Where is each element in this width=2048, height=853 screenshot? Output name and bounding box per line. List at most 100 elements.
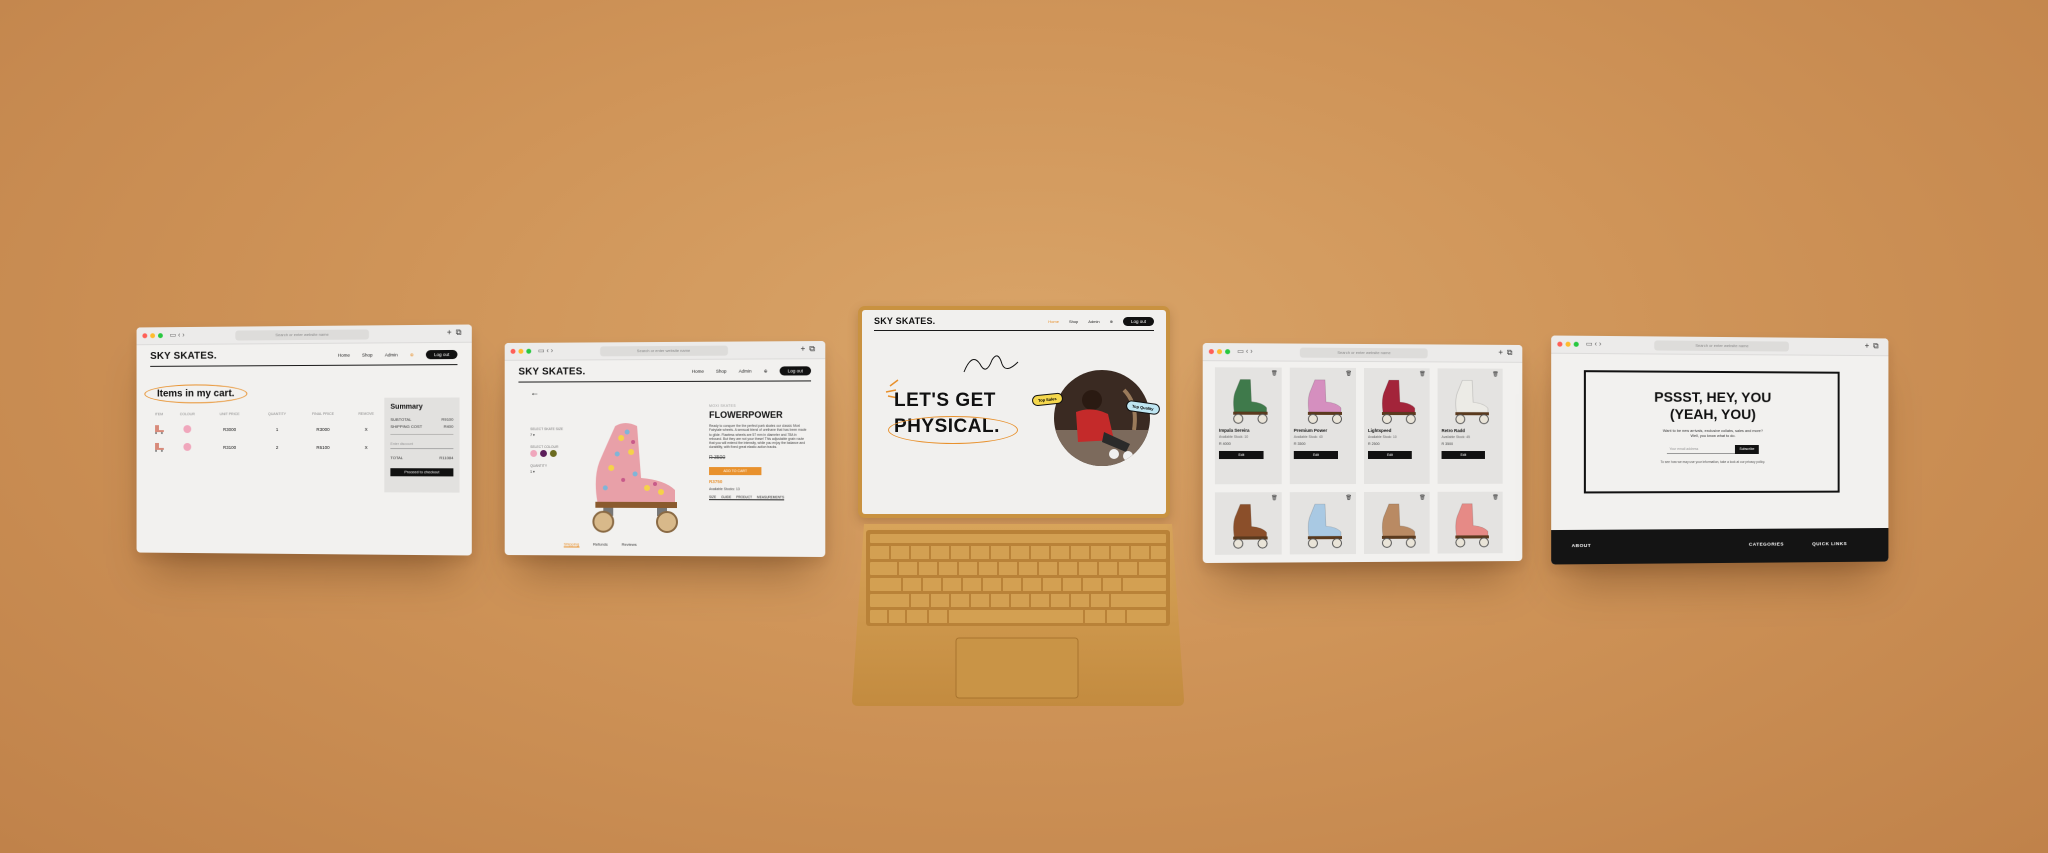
site-nav: SKY SKATES. Home Shop Admin ⊕ Log out bbox=[862, 310, 1166, 330]
close-dot[interactable] bbox=[1208, 349, 1214, 355]
close-dot[interactable] bbox=[1557, 341, 1563, 347]
stock-label: Available Stock: 45 bbox=[1441, 435, 1470, 440]
size-select[interactable]: 7 ▾ bbox=[530, 432, 563, 438]
trash-icon[interactable]: 🗑 bbox=[1346, 495, 1352, 501]
nav-home[interactable]: Home bbox=[338, 353, 350, 358]
close-dot[interactable] bbox=[142, 333, 148, 339]
trash-icon[interactable]: 🗑 bbox=[1271, 495, 1277, 501]
col-unit-price: UNIT PRICE bbox=[219, 412, 240, 417]
sidebar-icon[interactable]: ▭ ‹ › bbox=[1237, 348, 1252, 355]
email-input[interactable]: Your email address bbox=[1667, 444, 1736, 455]
trash-icon[interactable]: 🗑 bbox=[1419, 495, 1425, 501]
new-tab-icon[interactable]: +⧉ bbox=[447, 328, 466, 338]
edit-button[interactable]: Edit bbox=[1218, 450, 1264, 460]
colour-option[interactable] bbox=[540, 449, 547, 457]
nav-shop[interactable]: Shop bbox=[716, 369, 727, 374]
trash-icon[interactable]: 🗑 bbox=[1346, 371, 1352, 377]
skate-thumbnail bbox=[155, 442, 164, 452]
shop-window: ▭ ‹ › Search or enter website name +⧉ 🗑 I… bbox=[1202, 342, 1523, 564]
edit-button[interactable]: Edit bbox=[1441, 451, 1485, 459]
close-dot[interactable] bbox=[510, 348, 516, 354]
cart-icon[interactable]: ⊕ bbox=[1110, 319, 1113, 324]
cart-icon[interactable]: ⊕ bbox=[764, 368, 768, 374]
footer-quick-links[interactable]: QUICK LINKS bbox=[1812, 542, 1847, 547]
maximize-dot[interactable] bbox=[526, 348, 532, 354]
total-value: R11084 bbox=[439, 455, 454, 461]
stock-label: Available Stock: 40 bbox=[1293, 434, 1323, 439]
address-bar[interactable]: Search or enter website name bbox=[235, 329, 370, 341]
edit-button[interactable]: Edit bbox=[1367, 451, 1412, 459]
new-tab-icon[interactable]: +⧉ bbox=[1498, 348, 1516, 358]
minimize-dot[interactable] bbox=[150, 333, 156, 339]
maximize-dot[interactable] bbox=[1573, 341, 1579, 347]
nav-admin[interactable]: Admin bbox=[1088, 319, 1099, 324]
site-footer: ABOUT CATEGORIES QUICK LINKS bbox=[1551, 527, 1889, 565]
quantity-select[interactable]: 1 ▾ bbox=[530, 469, 563, 475]
product-options: SELECT SKATE SIZE 7 ▾ SELECT COLOUR QUAN… bbox=[530, 426, 563, 475]
brand-logo[interactable]: SKY SKATES. bbox=[150, 351, 217, 362]
nav-home[interactable]: Home bbox=[692, 369, 704, 374]
quantity[interactable]: 2 bbox=[254, 445, 300, 450]
footer-about[interactable]: ABOUT bbox=[1572, 544, 1591, 549]
address-bar[interactable]: Search or enter website name bbox=[1299, 347, 1428, 359]
nav-admin[interactable]: Admin bbox=[739, 369, 752, 374]
back-arrow-icon[interactable]: ← bbox=[530, 387, 539, 397]
newsletter-title: PSSST, HEY, YOU (YEAH, YOU) bbox=[1586, 388, 1838, 423]
cart-icon[interactable]: ⊕ bbox=[410, 352, 414, 358]
sidebar-icon[interactable]: ▭ ‹ › bbox=[538, 348, 553, 355]
subtotal-label: SUBTOTAL bbox=[390, 416, 412, 422]
product-card[interactable]: 🗑 bbox=[1437, 491, 1503, 554]
colour-option[interactable] bbox=[549, 449, 557, 457]
minimize-dot[interactable] bbox=[1565, 341, 1571, 347]
brand-logo[interactable]: SKY SKATES. bbox=[518, 366, 585, 377]
tab-shipping[interactable]: Shipping bbox=[563, 541, 580, 548]
trash-icon[interactable]: 🗑 bbox=[1492, 372, 1498, 378]
nav-home[interactable]: Home bbox=[1048, 319, 1059, 324]
product-card[interactable]: 🗑 bbox=[1364, 491, 1430, 554]
page-title: Items in my cart. bbox=[144, 384, 248, 404]
nav-shop[interactable]: Shop bbox=[362, 353, 373, 358]
nav-shop[interactable]: Shop bbox=[1069, 319, 1078, 324]
minimize-dot[interactable] bbox=[518, 348, 524, 354]
add-to-cart-button[interactable]: ADD TO CART bbox=[709, 466, 762, 475]
new-tab-icon[interactable]: +⧉ bbox=[801, 344, 820, 354]
address-bar[interactable]: Search or enter website name bbox=[599, 345, 728, 357]
product-card[interactable]: 🗑 bbox=[1214, 492, 1282, 555]
remove-button[interactable]: X bbox=[346, 445, 386, 450]
product-card[interactable]: 🗑 Impala Sereira Available Stock: 10 R 4000… bbox=[1214, 367, 1282, 485]
sidebar-icon[interactable]: ▭ ‹ › bbox=[1586, 341, 1601, 348]
sidebar-icon[interactable]: ▭ ‹ › bbox=[170, 332, 185, 339]
tab-reviews[interactable]: Reviews bbox=[622, 542, 637, 548]
product-name: Retro Radd bbox=[1441, 428, 1465, 434]
discount-input[interactable]: Enter discount bbox=[390, 440, 454, 450]
brand-logo[interactable]: SKY SKATES. bbox=[874, 316, 935, 326]
highlight-oval bbox=[888, 416, 1018, 444]
maximize-dot[interactable] bbox=[1225, 349, 1231, 355]
checkout-button[interactable]: Proceed to checkout bbox=[390, 468, 454, 477]
subscribe-button[interactable]: Subscribe bbox=[1735, 445, 1759, 454]
minimize-dot[interactable] bbox=[1216, 349, 1223, 355]
trash-icon[interactable]: 🗑 bbox=[1419, 371, 1425, 377]
product-card[interactable]: 🗑 Retro Radd Available Stock: 45 R 3500 Edit bbox=[1437, 368, 1503, 484]
quantity[interactable]: 1 bbox=[254, 427, 300, 432]
product-card[interactable]: 🗑 Lightspeed Available Stock: 10 R 2500 Edit bbox=[1364, 368, 1430, 484]
remove-button[interactable]: X bbox=[346, 427, 386, 432]
new-tab-icon[interactable]: +⧉ bbox=[1865, 341, 1883, 351]
size-guide-links[interactable]: SIZE GUIDE PRODUCT MEASUREMENTS bbox=[709, 495, 810, 499]
stock-label: Available Stock: 10 bbox=[1218, 434, 1249, 439]
logout-button[interactable]: Log out bbox=[1122, 316, 1154, 326]
edit-button[interactable]: Edit bbox=[1293, 450, 1338, 460]
logout-button[interactable]: Log out bbox=[779, 366, 812, 376]
colour-option[interactable] bbox=[530, 449, 538, 457]
footer-categories[interactable]: CATEGORIES bbox=[1749, 543, 1784, 548]
product-card[interactable]: 🗑 Premium Power Available Stock: 40 R 3500 E… bbox=[1289, 367, 1357, 485]
nav-admin[interactable]: Admin bbox=[385, 352, 398, 357]
maximize-dot[interactable] bbox=[157, 333, 163, 339]
product-card[interactable]: 🗑 bbox=[1289, 492, 1357, 555]
browser-toolbar: ▭ ‹ › Search or enter website name +⧉ bbox=[1551, 335, 1889, 357]
address-bar[interactable]: Search or enter website name bbox=[1654, 340, 1790, 352]
trash-icon[interactable]: 🗑 bbox=[1271, 371, 1277, 377]
tab-refunds[interactable]: Refunds bbox=[593, 542, 608, 548]
trash-icon[interactable]: 🗑 bbox=[1492, 495, 1498, 501]
logout-button[interactable]: Log out bbox=[425, 349, 458, 360]
